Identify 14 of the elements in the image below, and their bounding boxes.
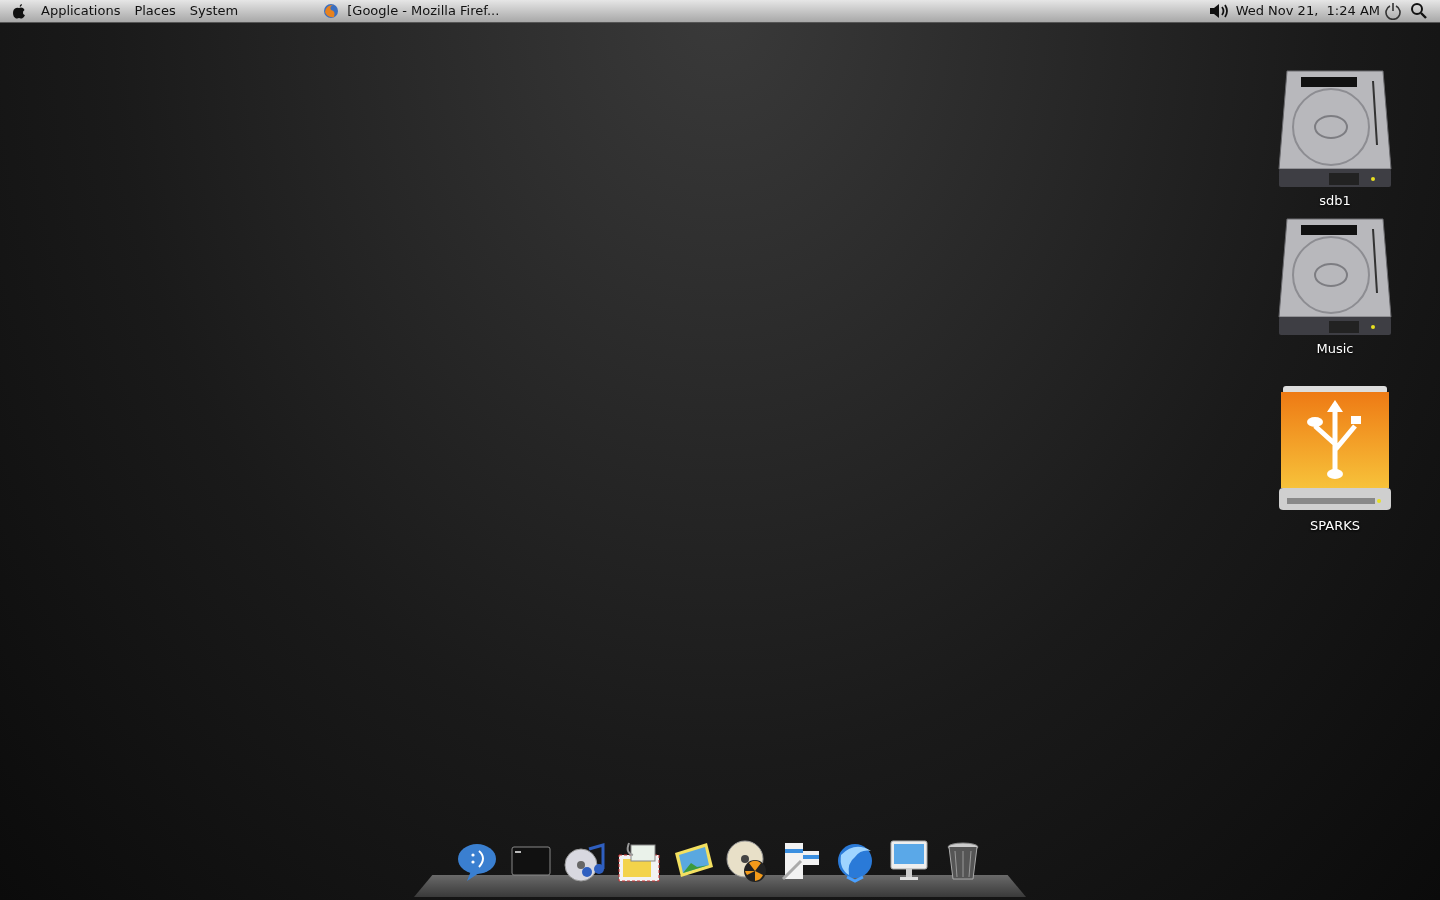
search-icon[interactable] (1410, 2, 1428, 20)
clock[interactable]: Wed Nov 21, 1:24 AM (1235, 1, 1380, 21)
panel-menu[interactable]: System (182, 1, 246, 21)
desktop-icon-label[interactable]: sdb1 (1319, 191, 1351, 211)
monitor-icon[interactable] (887, 839, 931, 883)
disc-radiation-icon[interactable] (725, 839, 769, 883)
globe-fox-icon (323, 3, 340, 19)
panel-menu[interactable]: Places (127, 1, 183, 21)
desktop-icon-label[interactable]: Music (1316, 338, 1354, 358)
apple-logo-icon[interactable] (12, 3, 26, 19)
power-icon[interactable] (1384, 2, 1402, 20)
desktop-icon-label[interactable]: SPARKS (1310, 516, 1360, 536)
taskbar-window-button[interactable]: [Google - Mozilla Firef... (323, 1, 500, 21)
panel-menu[interactable]: Applications (34, 1, 128, 21)
